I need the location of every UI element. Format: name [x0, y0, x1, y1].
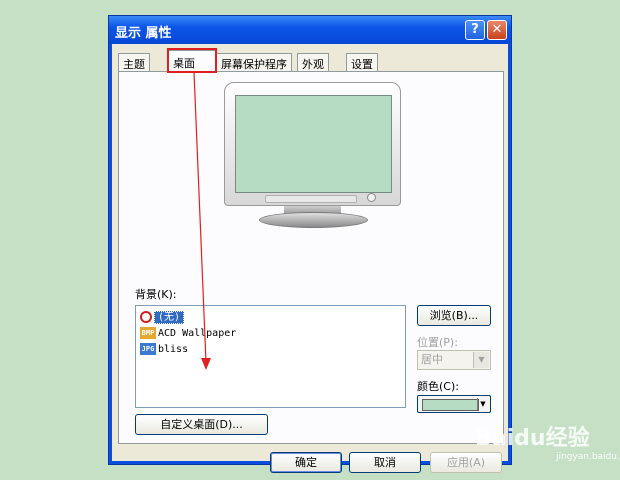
dialog-client: 主题 桌面 屏幕保护程序 外观 设置 背景(K): (无) BMP ACD Wa…: [112, 44, 508, 473]
desktop-tab-panel: 背景(K): (无) BMP ACD Wallpaper JPG bliss 浏览(…: [118, 71, 504, 444]
help-button[interactable]: ?: [465, 20, 485, 40]
baidu-watermark-logo: Baidu经验: [475, 426, 590, 451]
chevron-down-icon: ▼: [473, 352, 489, 368]
tab-themes[interactable]: 主题: [118, 53, 150, 71]
background-label: 背景(K):: [135, 288, 177, 301]
watermark-url: jingyan.baidu.com: [556, 452, 620, 462]
bmp-icon: BMP: [140, 327, 156, 339]
color-label: 颜色(C):: [417, 380, 459, 393]
close-button[interactable]: ✕: [487, 20, 507, 40]
color-swatch: [422, 399, 479, 411]
tab-desktop[interactable]: 桌面: [168, 50, 216, 72]
ok-button[interactable]: 确定: [270, 452, 342, 473]
display-properties-window: 显示 属性 ? ✕ 主题 桌面 屏幕保护程序 外观 设置 背景(K): (无) …: [108, 15, 512, 473]
customize-desktop-button[interactable]: 自定义桌面(D)...: [135, 414, 268, 435]
list-item-label: (无): [154, 311, 185, 324]
title-bar[interactable]: 显示 属性 ? ✕: [109, 16, 511, 44]
chevron-down-icon: ▼: [477, 398, 488, 410]
jpg-icon: JPG: [140, 343, 156, 355]
monitor-screen: [235, 95, 392, 193]
monitor-case: [224, 82, 401, 206]
tab-appearance[interactable]: 外观: [297, 53, 329, 71]
list-item[interactable]: (无): [140, 310, 185, 326]
cancel-button[interactable]: 取消: [349, 452, 421, 473]
close-icon: ✕: [491, 22, 503, 37]
none-icon: [140, 311, 152, 323]
list-item-label: ACD Wallpaper: [158, 328, 237, 339]
tab-settings[interactable]: 设置: [346, 53, 378, 71]
list-item-label: bliss: [158, 344, 189, 355]
list-item[interactable]: JPG bliss: [140, 342, 188, 358]
tab-screensaver[interactable]: 屏幕保护程序: [216, 53, 292, 71]
monitor-preview: [224, 82, 401, 232]
color-picker-button[interactable]: ▼: [417, 395, 491, 413]
list-item[interactable]: BMP ACD Wallpaper: [140, 326, 236, 342]
monitor-chin: [265, 195, 357, 203]
browse-button[interactable]: 浏览(B)...: [417, 305, 491, 326]
help-icon: ?: [471, 22, 479, 37]
window-title: 显示 属性: [115, 26, 172, 41]
position-label: 位置(P):: [417, 336, 458, 349]
monitor-stand: [259, 212, 368, 228]
power-button-icon: [367, 193, 376, 202]
position-value: 居中: [421, 353, 443, 366]
position-dropdown[interactable]: 居中 ▼: [417, 350, 491, 370]
background-list[interactable]: (无) BMP ACD Wallpaper JPG bliss: [135, 305, 406, 408]
